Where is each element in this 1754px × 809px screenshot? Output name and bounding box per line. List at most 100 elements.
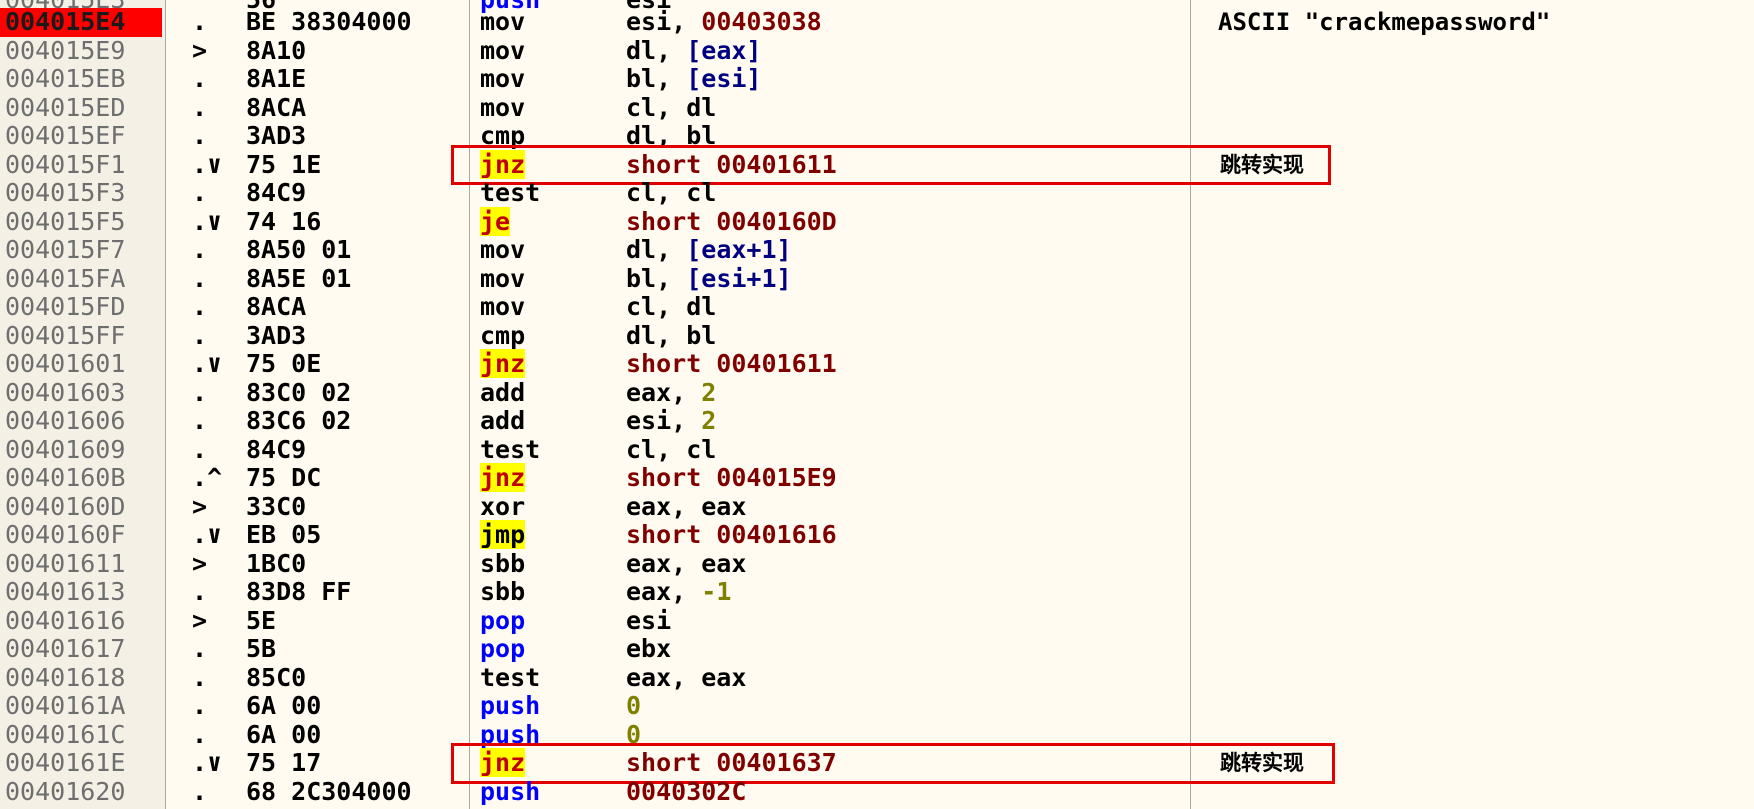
instruction-address: 0040160B (5, 463, 126, 492)
instruction-mnemonic: sbb (480, 548, 526, 578)
instruction-address: 00401616 (5, 605, 126, 635)
instruction-mnemonic: test (480, 178, 541, 207)
jump-marker: . (192, 121, 208, 150)
instruction-operands: short 00401611 (626, 149, 837, 179)
instruction-row[interactable]: 00401601 .∨ 75 0E jnz short 00401611 (0, 349, 1754, 379)
instruction-row[interactable]: 004015F5 .∨ 74 16 je short 0040160D (0, 206, 1754, 237)
instruction-mnemonic: jnz (480, 149, 526, 179)
instruction-row[interactable]: 00401603. 83C0 02 add eax, 2 (0, 377, 1754, 408)
instruction-operands: cl, cl (626, 434, 717, 464)
instruction-address: 004015E4 (0, 7, 162, 37)
instruction-hex: 3AD3 (246, 121, 307, 150)
instruction-row[interactable]: 004015EB. 8A1E mov bl, [esi] (0, 64, 1754, 94)
jump-marker: . (192, 406, 208, 435)
jump-marker: . (192, 691, 208, 720)
instruction-address: 00401620 (5, 776, 126, 806)
instruction-operands: eax, 2 (626, 377, 717, 407)
instruction-mnemonic: add (480, 377, 526, 407)
instruction-operands: cl, dl (626, 292, 717, 321)
instruction-operands: esi, 00403038 (626, 7, 822, 36)
instruction-row[interactable]: 00401616 >5E pop esi (0, 605, 1754, 636)
instruction-row[interactable]: 004015E4. BE 38304000 mov esi, 00403038 ASCI… (0, 7, 1754, 37)
instruction-hex: EB 05 (246, 520, 322, 549)
jump-marker: > (192, 491, 208, 521)
instruction-mnemonic: push (480, 719, 541, 749)
instruction-operands: dl, [eax] (626, 35, 762, 65)
instruction-address: 004015ED (5, 92, 126, 122)
instruction-mnemonic: mov (480, 235, 526, 264)
instruction-row[interactable]: 0040160D >33C0 xor eax, eax (0, 491, 1754, 522)
instruction-row[interactable]: 0040161C. 6A 00 push 0 (0, 719, 1754, 750)
instruction-row[interactable]: 0040161A. 6A 00 push 0 (0, 691, 1754, 721)
instruction-address: 0040160F (5, 520, 126, 549)
instruction-operands: short 004015E9 (626, 463, 837, 492)
instruction-mnemonic: jnz (480, 748, 526, 777)
instruction-operands: eax, eax (626, 491, 747, 521)
instruction-mnemonic: je (480, 206, 511, 236)
instruction-address: 004015EB (5, 64, 126, 93)
instruction-hex: 8A1E (246, 64, 307, 93)
instruction-operands: short 00401637 (626, 748, 837, 777)
instruction-address: 004015F3 (5, 178, 126, 207)
instruction-row[interactable]: 00401613. 83D8 FF sbb eax, -1 (0, 577, 1754, 607)
instruction-mnemonic: jnz (480, 349, 526, 378)
jump-marker: . (192, 263, 208, 293)
instruction-row[interactable]: 004015FD. 8ACA mov cl, dl (0, 292, 1754, 322)
instruction-operands: bl, [esi] (626, 64, 762, 93)
jump-marker: . (192, 292, 208, 321)
instruction-row[interactable]: 00401606. 83C6 02 add esi, 2 (0, 406, 1754, 436)
instruction-row[interactable]: 0040161E .∨ 75 17 jnz short 00401637 跳转实现 (0, 748, 1754, 778)
jump-marker: .∨ (192, 149, 223, 179)
instruction-mnemonic: mov (480, 7, 526, 36)
instruction-row[interactable]: 004015ED. 8ACA mov cl, dl (0, 92, 1754, 123)
instruction-hex: 8ACA (246, 292, 307, 321)
instruction-address: 004015F5 (5, 206, 126, 236)
instruction-hex: 3AD3 (246, 320, 307, 350)
instruction-operands: esi, 2 (626, 406, 717, 435)
instruction-row[interactable]: 0040160B .^ 75 DC jnz short 004015E9 (0, 463, 1754, 493)
jump-marker: . (192, 434, 208, 464)
instruction-hex: 75 DC (246, 463, 322, 492)
instruction-row[interactable]: 0040160F .∨ EB 05 jmp short 00401616 (0, 520, 1754, 550)
jump-marker: . (192, 577, 208, 606)
instruction-hex: 68 2C304000 (246, 776, 412, 806)
instruction-row[interactable]: 00401618. 85C0 test eax, eax (0, 662, 1754, 693)
jump-marker: . (192, 64, 208, 93)
instruction-operands: cl, dl (626, 92, 717, 122)
instruction-row[interactable]: 00401617. 5B pop ebx (0, 634, 1754, 664)
instruction-mnemonic: mov (480, 263, 526, 293)
instruction-row[interactable]: 004015E9 >8A10 mov dl, [eax] (0, 35, 1754, 66)
instruction-hex: 8A10 (246, 35, 307, 65)
instruction-operands: 0040302C (626, 776, 747, 806)
instruction-row[interactable]: 00401620. 68 2C304000 push 0040302C (0, 776, 1754, 807)
instruction-mnemonic: push (480, 776, 541, 806)
instruction-hex: 33C0 (246, 491, 307, 521)
instruction-address: 00401617 (5, 634, 126, 663)
jump-marker: .∨ (192, 206, 223, 236)
instruction-hex: 5E (246, 605, 277, 635)
instruction-address: 004015FD (5, 292, 126, 321)
instruction-hex: 83C6 02 (246, 406, 352, 435)
instruction-operands: eax, -1 (626, 577, 732, 606)
instruction-row[interactable]: 004015F3. 84C9 test cl, cl (0, 178, 1754, 208)
instruction-operands: cl, cl (626, 178, 717, 207)
instruction-row[interactable]: 004015EF. 3AD3 cmp dl, bl (0, 121, 1754, 151)
instruction-address: 004015FA (5, 263, 126, 293)
instruction-row[interactable]: 004015FA. 8A5E 01 mov bl, [esi+1] (0, 263, 1754, 294)
instruction-hex: 85C0 (246, 662, 307, 692)
jump-marker: > (192, 35, 208, 65)
instruction-hex: 8ACA (246, 92, 307, 122)
instruction-address: 0040160D (5, 491, 126, 521)
instruction-row[interactable]: 004015FF. 3AD3 cmp dl, bl (0, 320, 1754, 351)
instruction-hex: 8A50 01 (246, 235, 352, 264)
instruction-comment: ASCII "crackmepassword" (1218, 8, 1551, 36)
instruction-row[interactable]: 004015F7. 8A50 01 mov dl, [eax+1] (0, 235, 1754, 265)
instruction-row[interactable]: 004015F1 .∨ 75 1E jnz short 00401611 跳转实现 (0, 149, 1754, 180)
instruction-hex: 6A 00 (246, 719, 322, 749)
disassembly-pane[interactable]: 004015E3 56 push esi 004015E4.BE 3830400… (0, 0, 1754, 809)
instruction-row[interactable]: 00401609. 84C9 test cl, cl (0, 434, 1754, 465)
instruction-row[interactable]: 00401611 >1BC0 sbb eax, eax (0, 548, 1754, 579)
jump-marker: . (192, 7, 208, 36)
instruction-mnemonic: mov (480, 35, 526, 65)
instruction-comment: 跳转实现 (1220, 750, 1304, 775)
